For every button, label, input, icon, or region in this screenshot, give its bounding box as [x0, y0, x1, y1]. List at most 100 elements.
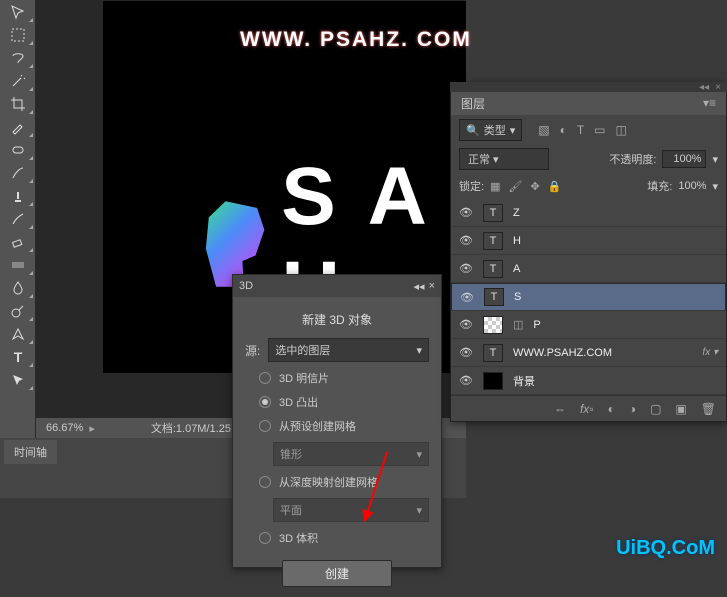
visibility-icon[interactable]: 👁 [459, 234, 473, 247]
filter-kind-select[interactable]: 🔍 类型 ▾ [459, 119, 522, 141]
crop-tool[interactable] [2, 93, 34, 115]
visibility-icon[interactable]: 👁 [459, 346, 473, 359]
zoom-arrow-icon[interactable]: ▸ [89, 422, 95, 435]
trash-icon[interactable]: 🗑 [701, 402, 716, 416]
new-layer-icon[interactable]: ▣ [675, 402, 686, 416]
mask-icon[interactable]: ◐ [608, 402, 615, 416]
panel-3d: 3D ◂◂ × 新建 3D 对象 源: 选中的图层 ▾ 3D 明信片 3D 凸出… [232, 274, 442, 568]
panel-3d-header[interactable]: 3D ◂◂ × [233, 275, 441, 297]
visibility-icon[interactable]: 👁 [459, 318, 473, 331]
layer-name[interactable]: 背景 [513, 373, 718, 389]
watermark-url: WWW. PSAHZ. COM [240, 28, 472, 52]
lock-label: 锁定: [459, 178, 484, 194]
layer-row[interactable]: 👁 ◫ P [451, 311, 726, 339]
layer-thumb: T [483, 260, 503, 278]
wand-tool[interactable] [2, 70, 34, 92]
close-icon[interactable]: × [429, 280, 435, 293]
link-layers-icon[interactable]: ⇔ [554, 402, 566, 416]
lock-image-icon[interactable]: 🖌 [508, 180, 522, 193]
eraser-tool[interactable] [2, 231, 34, 253]
filter-type-icon[interactable]: T [577, 123, 584, 137]
dodge-tool[interactable] [2, 300, 34, 322]
layer-name[interactable]: WWW.PSAHZ.COM [513, 347, 692, 359]
gradient-tool[interactable] [2, 254, 34, 276]
lock-position-icon[interactable]: ✥ [530, 180, 539, 193]
layer-thumb [483, 316, 503, 334]
layer-filter-row: 🔍 类型 ▾ ▧ ◐ T ▭ ◫ [451, 115, 726, 145]
visibility-icon[interactable]: 👁 [460, 291, 474, 304]
opacity-input[interactable]: 100% [662, 150, 706, 168]
layer-row[interactable]: 👁 TA [451, 255, 726, 283]
layer-row[interactable]: 👁 背景 [451, 367, 726, 395]
fx-icon[interactable]: fx▫ [580, 402, 594, 416]
filter-pixel-icon[interactable]: ▧ [538, 123, 549, 137]
visibility-icon[interactable]: 👁 [459, 374, 473, 387]
doc-size: 文档:1.07M/1.25 [151, 420, 231, 436]
marquee-tool[interactable] [2, 24, 34, 46]
layer-row[interactable]: 👁 TZ [451, 199, 726, 227]
layer-name[interactable]: S [514, 291, 717, 303]
filter-shape-icon[interactable]: ▭ [594, 123, 605, 137]
panel-menu-icon[interactable]: ▾≡ [703, 96, 716, 110]
opacity-label: 不透明度: [609, 151, 656, 167]
source-select[interactable]: 选中的图层 ▾ [268, 338, 429, 362]
collapse-icon[interactable]: ◂◂ [414, 280, 425, 293]
layer-name[interactable]: H [513, 235, 718, 247]
layer-row[interactable]: 👁 TS [451, 283, 726, 311]
zoom-level[interactable]: 66.67% [46, 422, 83, 434]
radio-volume[interactable]: 3D 体积 [259, 530, 429, 546]
source-label: 源: [245, 342, 260, 359]
layer-thumb: T [484, 288, 504, 306]
stamp-tool[interactable] [2, 185, 34, 207]
layer-name[interactable]: Z [513, 207, 718, 219]
chevron-down-icon[interactable]: ▾ [712, 180, 718, 193]
lock-all-icon[interactable]: 🔒 [548, 180, 562, 193]
layer-name[interactable]: P [533, 319, 718, 331]
layer-thumb: T [483, 204, 503, 222]
create-button[interactable]: 创建 [282, 560, 392, 587]
brush-tool[interactable] [2, 162, 34, 184]
close-icon[interactable]: × [715, 82, 721, 93]
eyedropper-tool[interactable] [2, 116, 34, 138]
visibility-icon[interactable]: 👁 [459, 262, 473, 275]
radio-postcard[interactable]: 3D 明信片 [259, 370, 429, 386]
type-tool[interactable]: T [2, 346, 34, 368]
heal-tool[interactable] [2, 139, 34, 161]
tools-toolbar: T [0, 0, 36, 440]
collapse-icon[interactable]: ◂◂ [699, 82, 709, 93]
adjustment-icon[interactable]: ◑ [629, 402, 636, 416]
search-icon: 🔍 [466, 124, 480, 137]
lock-transparent-icon[interactable]: ▦ [490, 180, 500, 193]
filter-smart-icon[interactable]: ◫ [616, 123, 627, 137]
chevron-down-icon: ▾ [416, 344, 422, 357]
blur-tool[interactable] [2, 277, 34, 299]
panel-3d-tab[interactable]: 3D [239, 280, 253, 292]
radio-preset[interactable]: 从预设创建网格 [259, 418, 429, 434]
pen-tool[interactable] [2, 323, 34, 345]
chevron-down-icon[interactable]: ▾ [712, 153, 718, 166]
move-tool[interactable] [2, 1, 34, 23]
layer-row[interactable]: 👁TWWW.PSAHZ.COMfx ▾ [451, 339, 726, 367]
chevron-down-icon: ▾ [416, 504, 422, 517]
fx-badge[interactable]: fx ▾ [702, 347, 718, 358]
lasso-tool[interactable] [2, 47, 34, 69]
history-brush-tool[interactable] [2, 208, 34, 230]
fill-input[interactable]: 100% [678, 180, 706, 192]
blend-mode-select[interactable]: 正常 ▾ [459, 148, 549, 170]
fill-label: 填充: [647, 178, 672, 194]
radio-extrude[interactable]: 3D 凸出 [259, 394, 429, 410]
filter-adjust-icon[interactable]: ◐ [560, 123, 567, 137]
layers-bottom-bar: ⇔ fx▫ ◐ ◑ ▢ ▣ 🗑 [451, 395, 726, 421]
path-select-tool[interactable] [2, 369, 34, 391]
depth-select: 平面▾ [273, 498, 429, 522]
group-icon[interactable]: ▢ [650, 402, 661, 416]
layers-tab[interactable]: 图层 [461, 95, 485, 112]
smart-icon: ◫ [513, 318, 523, 331]
layer-list: 👁TZ👁TH👁TA👁TS👁◫P👁TWWW.PSAHZ.COMfx ▾👁背景 [451, 199, 726, 395]
visibility-icon[interactable]: 👁 [459, 206, 473, 219]
timeline-tab[interactable]: 时间轴 [4, 440, 57, 464]
layer-row[interactable]: 👁TH [451, 227, 726, 255]
layers-tab-bar: 图层 ▾≡ [451, 91, 726, 115]
layer-name[interactable]: A [513, 263, 718, 275]
radio-depth[interactable]: 从深度映射创建网格 [259, 474, 429, 490]
